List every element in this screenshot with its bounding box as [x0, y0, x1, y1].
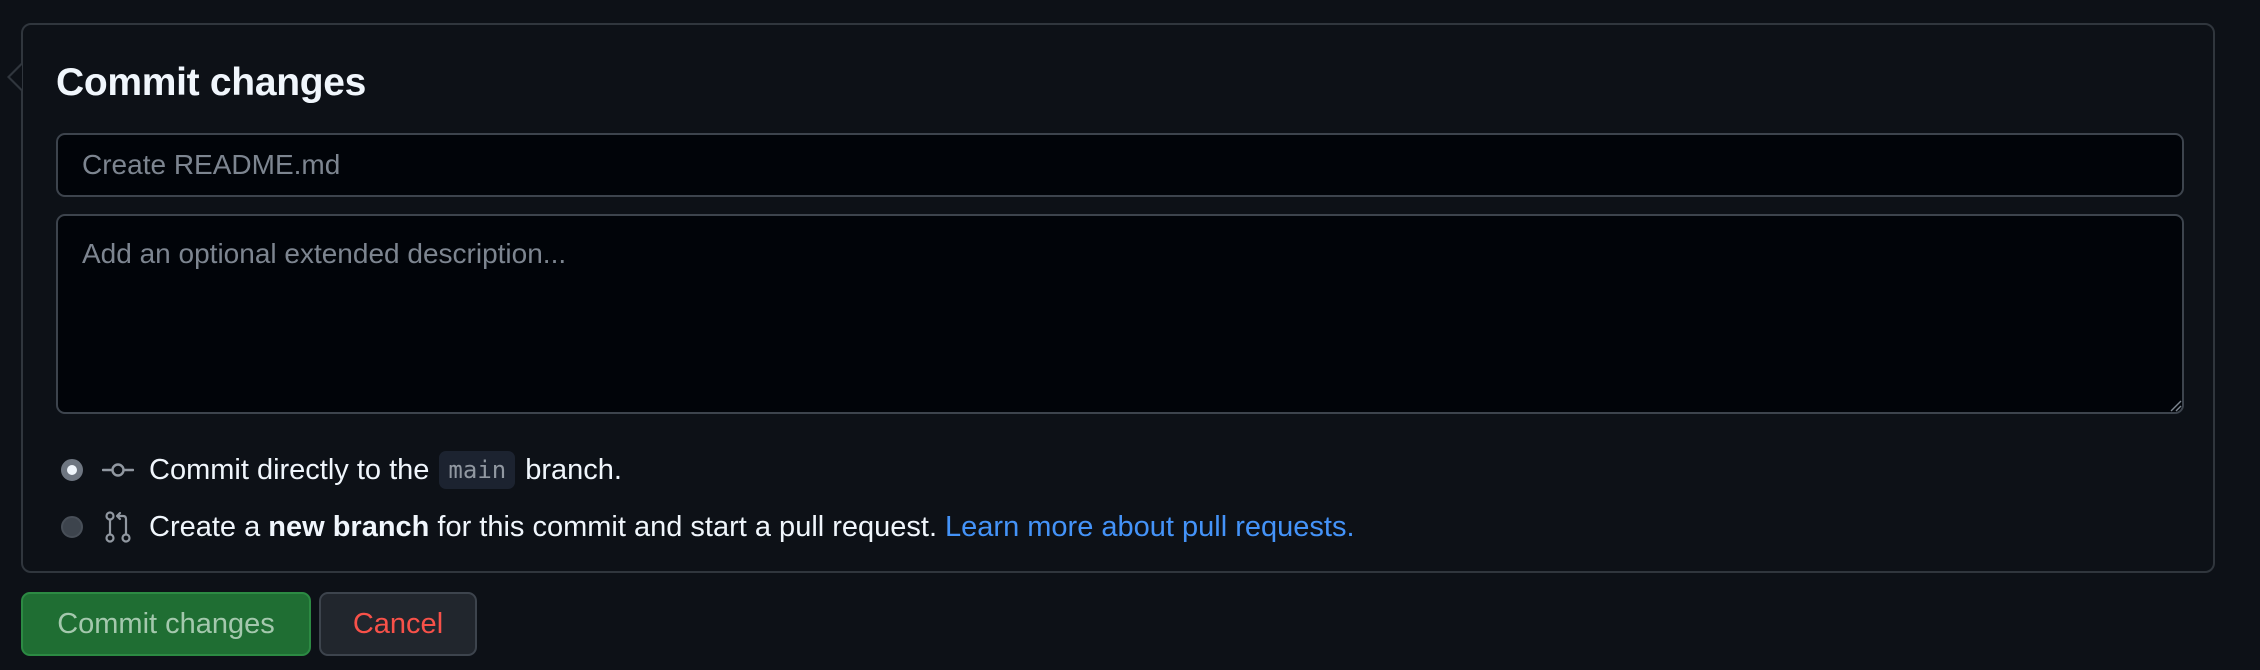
panel-title: Commit changes — [56, 61, 367, 104]
commit-changes-button[interactable]: Commit changes — [21, 592, 311, 656]
option-commit-directly[interactable]: Commit directly to the main branch. — [61, 450, 622, 490]
cancel-button[interactable]: Cancel — [319, 592, 477, 656]
branch-name-badge: main — [439, 451, 516, 489]
commit-summary-input[interactable] — [56, 133, 2184, 197]
option-new-branch-bold: new branch — [268, 510, 430, 543]
learn-more-pull-requests-link[interactable]: Learn more about pull requests. — [945, 511, 1354, 544]
option-new-branch[interactable]: Create a new branch for this commit and … — [61, 507, 1355, 547]
resize-handle-icon[interactable] — [2170, 400, 2182, 412]
option-direct-text-after: branch. — [525, 453, 622, 486]
git-pull-request-icon — [101, 510, 135, 544]
git-commit-icon — [101, 453, 135, 487]
option-new-branch-text-before: Create a — [149, 510, 261, 543]
commit-panel: Commit changes Commit directly to the ma… — [7, 23, 2215, 573]
radio-new-branch[interactable] — [61, 516, 83, 538]
option-new-branch-text-after: for this commit and start a pull request… — [437, 510, 938, 543]
radio-commit-directly[interactable] — [61, 459, 83, 481]
commit-description-textarea[interactable] — [56, 214, 2184, 414]
option-direct-text-before: Commit directly to the — [149, 453, 430, 486]
